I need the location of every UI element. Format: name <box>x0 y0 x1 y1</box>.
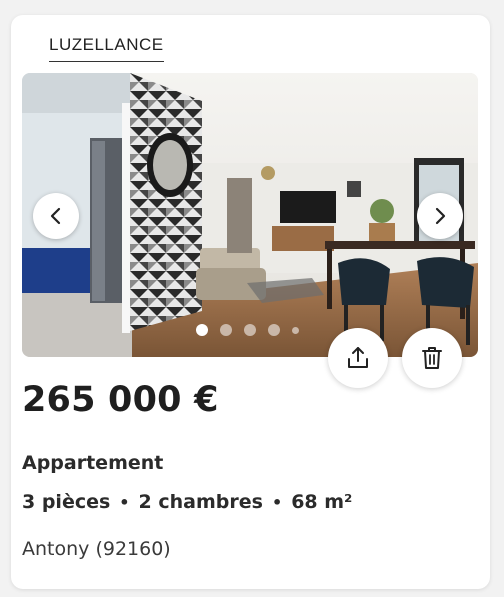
pagination-dot[interactable] <box>220 324 232 336</box>
agency-name: LUZELLANCE <box>49 35 164 62</box>
delete-button[interactable] <box>402 328 462 388</box>
rooms-count: 3 pièces <box>22 491 111 513</box>
pagination-dot[interactable] <box>292 326 299 334</box>
previous-photo-button[interactable] <box>33 193 79 239</box>
feature-separator: • <box>271 492 283 512</box>
pagination-dot[interactable] <box>244 324 256 336</box>
bedrooms-count: 2 chambres <box>138 491 263 513</box>
trash-icon <box>422 347 442 369</box>
chevron-right-icon <box>435 207 446 225</box>
share-button[interactable] <box>328 328 388 388</box>
listing-photo[interactable] <box>22 73 478 357</box>
property-features: 3 pièces • 2 chambres • 68 m² <box>22 491 352 513</box>
feature-separator: • <box>119 492 130 512</box>
apartment-photo-image <box>22 73 478 357</box>
pagination-dot[interactable] <box>196 324 208 336</box>
next-photo-button[interactable] <box>417 193 463 239</box>
surface-area: 68 m² <box>291 491 353 513</box>
listing-location: Antony (92160) <box>22 538 171 560</box>
chevron-left-icon <box>50 207 61 225</box>
pagination-dot[interactable] <box>268 324 280 336</box>
photo-pagination <box>196 324 299 336</box>
property-type: Appartement <box>22 452 164 474</box>
listing-card[interactable]: LUZELLANCE 265 000 € Appartement 3 pièce… <box>11 15 490 589</box>
share-icon <box>348 347 368 368</box>
listing-price: 265 000 € <box>22 380 219 420</box>
